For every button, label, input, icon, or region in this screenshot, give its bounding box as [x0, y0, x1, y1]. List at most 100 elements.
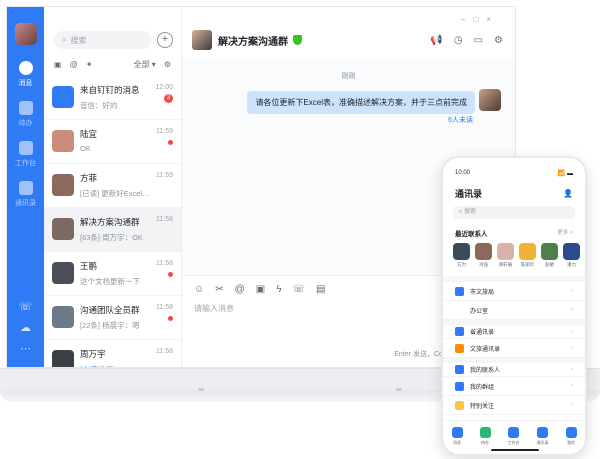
- emoji-icon[interactable]: ☺: [194, 284, 204, 295]
- file-icon[interactable]: ▣: [256, 284, 265, 295]
- contact-row[interactable]: 我的联系人 ›: [443, 358, 585, 377]
- rail-item-contacts[interactable]: 通讯录: [15, 181, 36, 208]
- conversation-meta: 11:58: [151, 216, 173, 243]
- recent-contact-avatar: [519, 243, 536, 260]
- group-avatar[interactable]: [192, 30, 212, 50]
- nav-rail: 消息 待办 工作台 通讯录 ☏ ☁ ⋯: [7, 7, 44, 367]
- recent-contact-avatar: [453, 243, 470, 260]
- contact-row-icon: [455, 327, 464, 336]
- phone-tab-icon: [479, 427, 491, 438]
- conversation-name: 陆宜: [80, 129, 98, 139]
- conversation-item[interactable]: 陆宜 OK 11:59: [44, 120, 181, 164]
- conversation-item[interactable]: 沟通团队全员群 [22条] 杨晨宇：嗯 11:58: [44, 296, 181, 340]
- laptop-hinge-left: [198, 388, 204, 391]
- conversation-item[interactable]: 周万宇 [未读]收到 11:58: [44, 340, 181, 367]
- mention-filter-icon[interactable]: @: [70, 60, 78, 69]
- home-indicator: [491, 449, 539, 451]
- conversation-avatar: [52, 174, 74, 196]
- phone-tab[interactable]: 待办: [479, 427, 491, 454]
- contact-row[interactable]: 市文旅局 ›: [443, 282, 585, 301]
- gear-icon[interactable]: ⚙: [494, 35, 503, 46]
- contact-row[interactable]: 我的群组 ›: [443, 377, 585, 396]
- recent-contact-name: 陈丽珍: [520, 262, 535, 267]
- read-status[interactable]: 6人未读: [448, 115, 473, 125]
- conversation-preview: [63条] 周万宇：OK: [80, 232, 151, 243]
- more-icon[interactable]: ⋯: [20, 344, 31, 355]
- folder-icon[interactable]: ▭: [474, 35, 483, 46]
- contact-row[interactable]: 文旅通讯录 ›: [443, 339, 585, 358]
- recent-contact[interactable]: 陈丽珍: [519, 243, 536, 268]
- phone-tab[interactable]: 我的: [565, 427, 577, 454]
- contact-row[interactable]: 办公室 ›: [443, 301, 585, 320]
- recent-contact-name: 潘力: [567, 262, 576, 267]
- conversation-item[interactable]: 来自钉钉的消息 音信：好的 12:00 3: [44, 76, 181, 120]
- contact-row-icon: [455, 305, 464, 315]
- pin-filter-icon[interactable]: ✦: [86, 60, 93, 69]
- conversation-name: 解决方案沟通群: [80, 217, 140, 227]
- contact-row-icon: [455, 381, 464, 391]
- contact-row-label: 市文旅局: [470, 289, 495, 296]
- recent-contact-name: 赵敏: [545, 262, 554, 267]
- contact-row[interactable]: 特别关注 ›: [443, 396, 585, 415]
- recent-contact[interactable]: 方力: [453, 243, 470, 268]
- conversation-name: 沟通团队全员群: [80, 305, 140, 315]
- signal-battery-icon: 📶 ▬: [557, 171, 573, 177]
- rail-item-workbench[interactable]: 工作台: [15, 141, 36, 168]
- unread-filter-icon[interactable]: ▣: [54, 60, 62, 69]
- phone-tab-icon: [537, 427, 548, 438]
- contact-row-icon: [455, 365, 464, 374]
- call-icon[interactable]: ☏: [293, 284, 306, 295]
- chevron-right-icon: ›: [571, 366, 573, 373]
- settings-icon[interactable]: ⚙: [164, 60, 171, 69]
- add-button[interactable]: +: [157, 32, 173, 48]
- conversation-item[interactable]: 王鹏 这个文档更新一下 11:58: [44, 252, 181, 296]
- contact-row[interactable]: 省通讯录 ›: [443, 320, 585, 339]
- phone-icon[interactable]: ☏: [19, 302, 33, 313]
- contact-row-icon: [455, 286, 464, 296]
- recent-contact-avatar: [541, 243, 558, 260]
- conversation-meta: 11:59: [151, 128, 173, 155]
- recent-more-link[interactable]: 更多 >: [557, 228, 573, 238]
- conversation-time: 11:59: [156, 128, 173, 135]
- conversation-meta: 11:58: [151, 348, 173, 367]
- announcement-icon[interactable]: 📢: [430, 35, 442, 46]
- phone-tab[interactable]: 消息: [451, 427, 463, 454]
- contacts-book-icon: [18, 181, 33, 195]
- chevron-right-icon: ›: [571, 345, 573, 351]
- scissors-icon[interactable]: ✂: [215, 284, 223, 295]
- phone-header: 通讯录 👤: [443, 177, 585, 206]
- rail-label: 消息: [18, 80, 33, 87]
- mobile-phone-frame: 10:00 📶 ▬ 通讯录 👤 ⌕ 搜索 最近联系人 更多 > 方力 肖强 郑轩展 陈…: [441, 156, 587, 456]
- phone-tab-label: 待办: [481, 440, 489, 445]
- conversation-items: 来自钉钉的消息 音信：好的 12:00 3 陆宜 OK 11:59 方菲 [已读] 更新好Exc…: [44, 76, 181, 367]
- chevron-right-icon: ›: [571, 402, 573, 408]
- conversation-preview: [已读] 更新好Excel表...: [80, 188, 151, 199]
- search-input[interactable]: ⌕ 搜索: [54, 31, 151, 49]
- recent-contact[interactable]: 郑轩展: [497, 243, 514, 268]
- conversation-avatar: [52, 130, 74, 152]
- conversation-time: 11:58: [156, 216, 173, 223]
- recent-contact[interactable]: 潘力: [563, 243, 580, 268]
- cloud-icon[interactable]: ☁: [20, 323, 31, 334]
- recent-contact[interactable]: 赵敏: [541, 243, 558, 268]
- checkbox-icon: [18, 101, 33, 115]
- unread-dot: [168, 140, 173, 145]
- add-contact-icon[interactable]: 👤: [563, 189, 573, 198]
- phone-search-input[interactable]: ⌕ 搜索: [453, 206, 575, 219]
- mention-icon[interactable]: @: [235, 284, 245, 295]
- filter-all-dropdown[interactable]: 全部 ▾: [134, 59, 156, 70]
- recent-contact[interactable]: 肖强: [475, 243, 492, 268]
- clock-icon[interactable]: ◷: [454, 35, 463, 46]
- image-icon[interactable]: ▤: [316, 284, 325, 295]
- flash-icon[interactable]: ϟ: [276, 284, 281, 295]
- message-bubble[interactable]: 请各位更新下Excel表，准确描述解决方案，并于三点前完成: [247, 91, 475, 114]
- rail-item-messages[interactable]: 消息: [18, 61, 33, 88]
- sender-avatar[interactable]: [479, 89, 501, 111]
- conversation-item[interactable]: 解决方案沟通群 [63条] 周万宇：OK 11:58: [44, 208, 181, 252]
- rail-item-todo[interactable]: 待办: [18, 101, 33, 128]
- conversation-item[interactable]: 方菲 [已读] 更新好Excel表... 11:59: [44, 164, 181, 208]
- window-controls[interactable]: –□×: [461, 15, 499, 24]
- user-avatar[interactable]: [14, 23, 37, 45]
- recent-title: 最近联系人: [455, 231, 488, 238]
- search-placeholder: 搜索: [70, 35, 87, 45]
